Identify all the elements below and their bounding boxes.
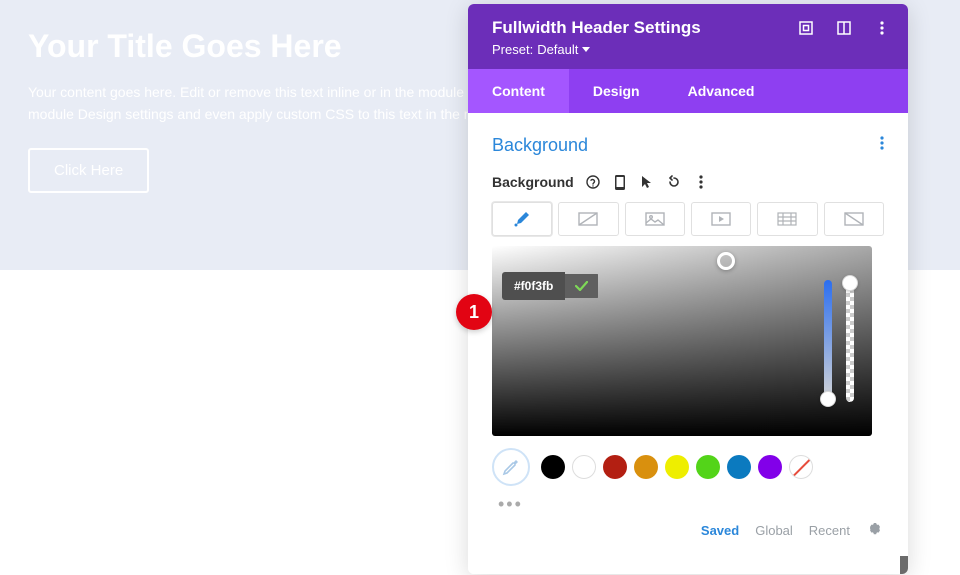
scrollbar[interactable] bbox=[900, 556, 908, 574]
expand-icon[interactable] bbox=[798, 20, 814, 36]
bg-tab-mask[interactable] bbox=[824, 202, 884, 236]
help-icon[interactable] bbox=[586, 175, 601, 190]
saved-palettes-link[interactable]: Saved bbox=[701, 523, 739, 538]
chevron-down-icon bbox=[582, 47, 590, 52]
section-header: Background bbox=[492, 135, 884, 156]
swatch-black[interactable] bbox=[541, 455, 565, 479]
section-kebab-icon[interactable] bbox=[880, 136, 884, 155]
preset-label: Preset: bbox=[492, 42, 533, 57]
reset-icon[interactable] bbox=[667, 175, 682, 190]
kebab-menu-icon[interactable] bbox=[874, 20, 890, 36]
swatch-none[interactable] bbox=[789, 455, 813, 479]
field-kebab-icon[interactable] bbox=[694, 175, 709, 190]
tab-advanced[interactable]: Advanced bbox=[664, 69, 779, 113]
settings-panel: Fullwidth Header Settings Preset: Defaul… bbox=[468, 4, 908, 574]
panel-title: Fullwidth Header Settings bbox=[492, 18, 701, 38]
hue-slider[interactable] bbox=[824, 280, 832, 402]
tabs: Content Design Advanced bbox=[468, 69, 908, 113]
hero-cta-button[interactable]: Click Here bbox=[28, 148, 149, 193]
panel-header: Fullwidth Header Settings Preset: Defaul… bbox=[468, 4, 908, 69]
panel-header-icons bbox=[798, 20, 890, 36]
field-icons bbox=[586, 175, 709, 190]
bg-tab-color[interactable] bbox=[492, 202, 552, 236]
bg-tab-video[interactable] bbox=[691, 202, 751, 236]
hue-slider-thumb[interactable] bbox=[820, 391, 836, 407]
swatch-green[interactable] bbox=[696, 455, 720, 479]
bg-tab-gradient[interactable] bbox=[558, 202, 618, 236]
panel-body: Background Background #f bbox=[468, 113, 908, 574]
recent-palettes-link[interactable]: Recent bbox=[809, 523, 850, 538]
swatch-red[interactable] bbox=[603, 455, 627, 479]
palette-footer: Saved Global Recent bbox=[492, 521, 884, 540]
annotation-badge-1: 1 bbox=[456, 294, 492, 330]
picker-cursor[interactable] bbox=[717, 252, 735, 270]
field-label: Background bbox=[492, 174, 574, 190]
swatch-orange[interactable] bbox=[634, 455, 658, 479]
section-title[interactable]: Background bbox=[492, 135, 588, 156]
swatch-yellow[interactable] bbox=[665, 455, 689, 479]
eyedropper-button[interactable] bbox=[492, 448, 530, 486]
preset-selector[interactable]: Preset: Default bbox=[492, 42, 890, 57]
more-options-icon[interactable]: ••• bbox=[492, 494, 884, 515]
hover-icon[interactable] bbox=[640, 175, 655, 190]
hex-confirm-button[interactable] bbox=[565, 274, 598, 298]
alpha-slider[interactable] bbox=[846, 280, 854, 402]
hex-input-chip: #f0f3fb bbox=[502, 272, 598, 300]
swatch-white[interactable] bbox=[572, 455, 596, 479]
swatch-blue[interactable] bbox=[727, 455, 751, 479]
background-type-tabs bbox=[492, 202, 884, 236]
tab-content[interactable]: Content bbox=[468, 69, 569, 113]
alpha-slider-thumb[interactable] bbox=[842, 275, 858, 291]
layout-icon[interactable] bbox=[836, 20, 852, 36]
preset-value: Default bbox=[537, 42, 578, 57]
bg-tab-pattern[interactable] bbox=[757, 202, 817, 236]
swatch-purple[interactable] bbox=[758, 455, 782, 479]
field-row: Background bbox=[492, 174, 884, 190]
swatch-row bbox=[492, 448, 884, 486]
tab-design[interactable]: Design bbox=[569, 69, 664, 113]
color-picker-area[interactable]: #f0f3fb bbox=[492, 246, 872, 436]
bg-tab-image[interactable] bbox=[625, 202, 685, 236]
gear-icon[interactable] bbox=[866, 521, 880, 540]
hex-value[interactable]: #f0f3fb bbox=[502, 272, 565, 300]
global-palettes-link[interactable]: Global bbox=[755, 523, 793, 538]
mobile-icon[interactable] bbox=[613, 175, 628, 190]
